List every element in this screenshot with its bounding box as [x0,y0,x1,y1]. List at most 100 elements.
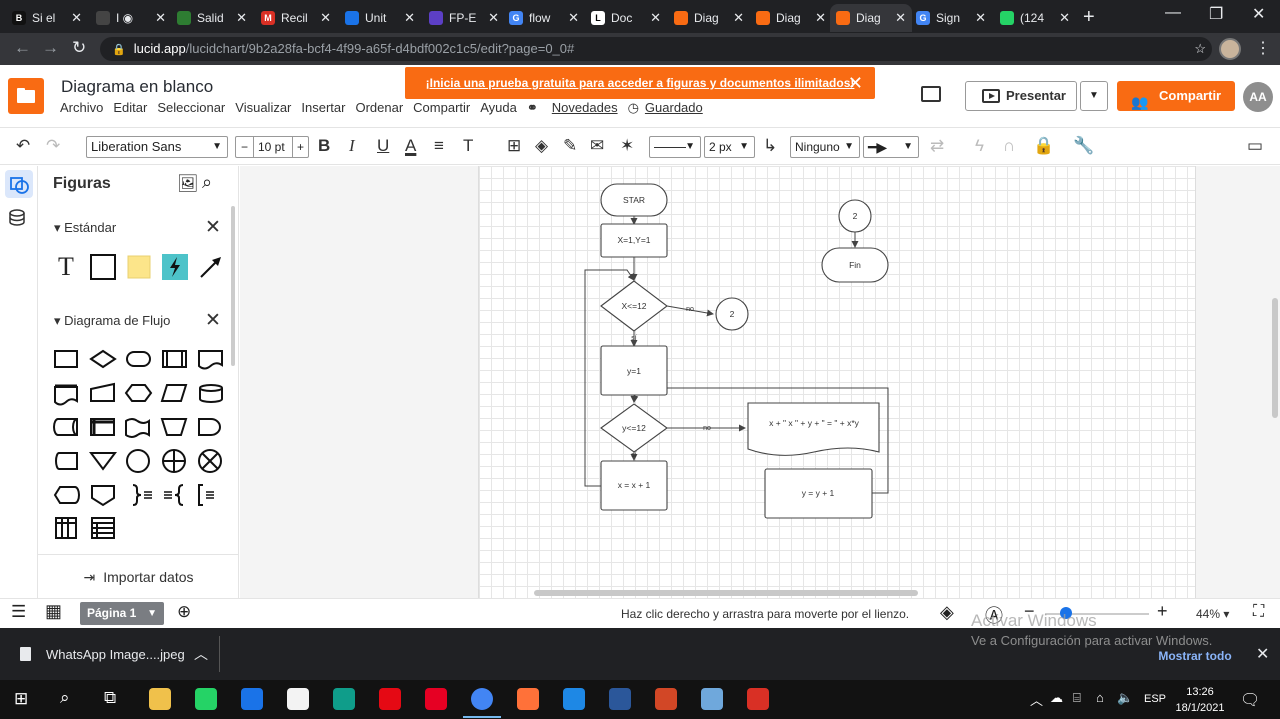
browser-tab[interactable]: Diag ✕ [668,4,750,32]
summing-junction-shape[interactable] [198,449,222,473]
rectangle-shape[interactable] [90,254,116,280]
display-shape[interactable] [53,486,80,504]
back-icon[interactable]: ← [14,38,31,58]
browser-tab[interactable]: Unit ✕ [339,4,421,32]
off-page-link-shape[interactable] [91,485,115,507]
tab-close-icon[interactable]: ✕ [895,10,906,26]
stored-data-shape[interactable] [55,452,78,470]
document-title[interactable]: Diagrama en blanco [61,77,213,97]
tab-close-icon[interactable]: ✕ [815,10,826,26]
tab-close-icon[interactable]: ✕ [236,10,247,26]
data-linking-icon[interactable] [5,204,33,232]
underline-icon[interactable]: U [377,136,389,156]
font-size-decrease[interactable]: − [236,137,254,157]
preparation-shape[interactable] [124,384,153,402]
reload-icon[interactable]: ↻ [72,38,86,58]
trial-banner-text[interactable]: ¡Inicia una prueba gratuita para acceder… [426,76,855,90]
import-data-button[interactable]: ⇥ Importar datos [38,554,239,598]
lock-shape-icon[interactable]: 🔒 [1033,136,1054,156]
magnet-icon[interactable]: ∩ [1003,136,1015,156]
connector-shape[interactable] [126,449,150,473]
italic-icon[interactable]: I [349,136,355,156]
line-style-select[interactable]: ▼ [649,136,701,158]
text-shape[interactable]: T [53,252,79,281]
tab-close-icon[interactable]: ✕ [71,10,82,26]
or-shape[interactable] [162,449,186,473]
browser-tab[interactable]: M Recil ✕ [255,4,337,32]
page-tab[interactable]: Página 1 ▼ [80,602,164,625]
tab-close-icon[interactable]: ✕ [404,10,415,26]
font-size-increase[interactable]: + [292,137,308,157]
browser-tab[interactable]: Gflow ✕ [503,4,585,32]
zoom-select[interactable]: 44% ▾ [1196,607,1229,621]
menu-ordenar[interactable]: Ordenar [355,100,403,116]
edge-icon[interactable] [333,688,355,710]
search-icon[interactable]: ⌕ [202,172,212,193]
internal-storage-shape[interactable] [90,418,115,436]
fullscreen-icon[interactable]: ⛶ [1253,603,1264,621]
binoculars-icon[interactable]: ⚭ [527,100,538,116]
browser-tab[interactable]: I ◉ ✕ [90,4,172,32]
bold-icon[interactable]: B [318,136,330,156]
canvas-page[interactable]: STAR X=1,Y=1 X<=12 2 y=1 y<=12 x + " x "… [478,166,1196,598]
tab-close-icon[interactable]: ✕ [650,10,661,26]
present-options-dropdown[interactable]: ▼ [1080,81,1108,111]
shape-options-icon[interactable]: ⊞ [507,136,521,156]
user-avatar[interactable]: AA [1243,82,1273,112]
style-icon[interactable]: ✉ [590,136,604,156]
section-flow-close-icon[interactable]: ✕ [205,309,221,332]
line-width-select[interactable]: 2 px ▼ [704,136,755,158]
multi-document-shape[interactable] [54,384,78,406]
powerpoint-icon[interactable] [655,688,677,710]
end-endpoint-select[interactable]: ━▶ ▼ [863,136,919,158]
lucid-folder-logo[interactable] [8,78,44,114]
decision-shape[interactable] [89,349,117,369]
predefined-process-shape[interactable] [162,350,187,368]
close-window-icon[interactable]: ✕ [1252,4,1265,24]
present-button[interactable]: Presentar [965,81,1077,111]
list-view-icon[interactable]: ☰ [11,602,26,622]
magic-wand-icon[interactable]: ✶ [620,136,634,156]
chevron-up-icon[interactable]: ︿ [194,644,208,664]
tab-close-icon[interactable]: ✕ [488,10,499,26]
app-blue-icon[interactable] [563,688,585,710]
action-icon[interactable]: ϟ [975,136,984,156]
font-size-value[interactable]: 10 pt [258,137,285,157]
chrome-icon[interactable] [463,688,501,718]
tab-close-icon[interactable]: ✕ [155,10,166,26]
merge-shape[interactable] [89,452,117,471]
url-input[interactable]: 🔒 lucid.app/lucidchart/9b2a28fa-bcf4-4f99… [100,37,1212,61]
download-item[interactable]: WhatsApp Image....jpeg ︿ [8,636,220,672]
menu-seleccionar[interactable]: Seleccionar [157,100,225,116]
browser-menu-icon[interactable]: ⋮ [1255,38,1271,58]
trial-banner[interactable]: ¡Inicia una prueba gratuita para acceder… [405,67,875,99]
tab-close-icon[interactable]: ✕ [1059,10,1070,26]
annotation-brace-2-shape[interactable] [164,484,184,506]
font-family-select[interactable]: Liberation Sans ▼ [86,136,228,158]
note-shape[interactable] [126,254,152,280]
browser-tab[interactable]: Salid ✕ [171,4,253,32]
trial-banner-close-icon[interactable]: ✕ [848,67,863,99]
data-shape[interactable] [160,384,188,402]
database-shape[interactable] [199,384,223,403]
browser-tab[interactable]: FP-E ✕ [423,4,505,32]
terminator-shape[interactable] [126,351,151,367]
annotation-brace-shape[interactable] [132,484,152,506]
canvas-area[interactable]: STAR X=1,Y=1 X<=12 2 y=1 y<=12 x + " x "… [240,166,1280,598]
pinterest-icon[interactable] [425,688,447,710]
comment-icon[interactable] [921,86,941,102]
onedrive-icon[interactable]: ☁ [1050,690,1063,706]
whatsapp-icon[interactable] [195,688,217,710]
arrow-shape[interactable] [198,254,224,280]
paper-tape-shape[interactable] [125,418,150,438]
undo-icon[interactable]: ↶ [16,136,30,156]
browser-tab[interactable]: Diag ✕ [830,4,912,32]
3d-box-icon[interactable] [701,688,723,710]
network-icon[interactable]: ⌸ [1073,690,1081,706]
manual-input-shape[interactable] [90,382,115,402]
panel-scrollbar[interactable] [231,206,235,366]
novedades-link[interactable]: Novedades [552,100,618,116]
right-panel-toggle-icon[interactable]: ▭ [1247,136,1263,156]
taskbar-search-icon[interactable]: ⌕ [60,688,70,708]
task-view-icon[interactable]: ⧉ [104,688,116,708]
